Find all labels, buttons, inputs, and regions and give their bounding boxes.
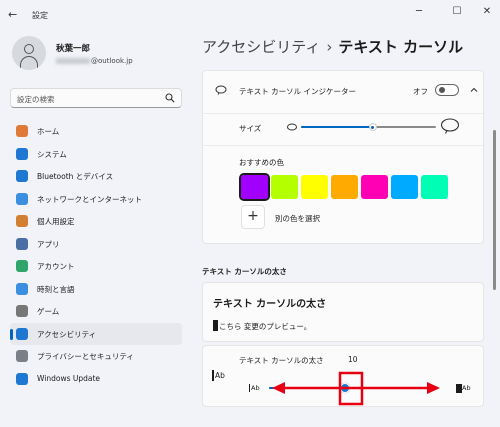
color-swatch[interactable]	[391, 175, 418, 199]
windows-update-icon	[16, 372, 28, 385]
cursor-thin-icon	[212, 370, 214, 381]
toggle-state-label: オフ	[413, 87, 428, 96]
sidebar-item-personalization[interactable]: 個人用設定	[10, 210, 182, 232]
thickness-preview-card: テキスト カーソルの太さ こちら 変更のプレビュー。	[202, 282, 484, 342]
thickness-slider-card: Ab テキスト カーソルの太さ 10 Ab Ab	[202, 345, 484, 407]
color-swatch[interactable]	[331, 175, 358, 199]
sidebar-item-home[interactable]: ホーム	[10, 120, 182, 142]
sample-right: Ab	[462, 384, 471, 392]
network-icon	[16, 192, 28, 205]
size-slider[interactable]	[301, 120, 436, 134]
thin-cursor-sample	[249, 384, 250, 392]
bluetooth-icon	[16, 170, 28, 182]
slider-fill	[301, 126, 373, 128]
minimize-button[interactable]: ─	[412, 5, 426, 19]
indicator-label: テキスト カーソル インジケーター	[239, 87, 357, 96]
breadcrumb-accessibility[interactable]: アクセシビリティ	[202, 38, 320, 56]
time-language-icon	[16, 282, 28, 295]
color-swatch[interactable]	[301, 175, 328, 199]
color-swatch[interactable]	[239, 173, 270, 201]
apps-icon	[16, 237, 28, 250]
sample-label: Ab	[215, 371, 225, 380]
small-size-icon	[287, 123, 297, 131]
system-icon	[16, 147, 28, 160]
slider-thumb[interactable]	[368, 123, 377, 131]
large-size-icon	[440, 118, 460, 134]
selection-indicator	[10, 328, 13, 340]
thickness-slider[interactable]	[269, 382, 431, 394]
search-input[interactable]: 設定の検索	[10, 88, 182, 108]
app-title: 設定	[32, 11, 48, 20]
thickness-value: 10	[348, 355, 358, 364]
maximize-button[interactable]: ☐	[450, 5, 464, 19]
title-bar: ← 設定 ─ ☐ ✕	[0, 0, 500, 30]
plus-icon: +	[247, 208, 259, 224]
breadcrumb-current: テキスト カーソル	[338, 38, 464, 56]
slider-fill	[269, 387, 346, 389]
sidebar-item-label: アクセシビリティ	[37, 329, 97, 339]
sidebar-item-label: ホーム	[37, 127, 60, 136]
scrollbar[interactable]	[493, 130, 496, 290]
sidebar-item-label: プライバシーとセキュリティ	[37, 352, 134, 361]
email-domain: @outlook.jp	[91, 57, 133, 65]
sidebar-item-label: アプリ	[37, 239, 60, 249]
sidebar-item-apps[interactable]: アプリ	[10, 233, 182, 255]
sidebar-item-system[interactable]: システム	[10, 143, 182, 165]
sidebar-item-gaming[interactable]: ゲーム	[10, 300, 182, 322]
redacted-email-user	[56, 58, 90, 64]
avatar[interactable]	[12, 36, 46, 70]
cursor-preview	[213, 320, 218, 331]
user-email: @outlook.jp	[56, 57, 133, 65]
sidebar-item-label: 時刻と言語	[37, 284, 75, 294]
slider-thumb[interactable]	[340, 383, 351, 393]
search-icon	[165, 93, 175, 103]
thickness-card-title: テキスト カーソルの太さ	[213, 299, 327, 310]
recommended-colors-label: おすすめの色	[239, 158, 284, 167]
breadcrumb-separator: ›	[326, 38, 333, 56]
sidebar-item-account[interactable]: アカウント	[10, 255, 182, 277]
thickness-section-heading: テキスト カーソルの太さ	[202, 267, 287, 276]
divider	[203, 145, 483, 146]
page-title: アクセシビリティ › テキスト カーソル	[202, 36, 463, 57]
sidebar-item-label: Windows Update	[37, 373, 101, 383]
color-swatch[interactable]	[271, 175, 298, 199]
sidebar-item-network[interactable]: ネットワークとインターネット	[10, 188, 182, 210]
sidebar-item-windows-update[interactable]: Windows Update	[10, 368, 182, 390]
sidebar-item-privacy[interactable]: プライバシーとセキュリティ	[10, 345, 182, 367]
size-label: サイズ	[239, 124, 262, 133]
sidebar-item-label: アカウント	[37, 262, 75, 271]
thickness-slider-label: テキスト カーソルの太さ	[239, 356, 324, 365]
sidebar-item-label: ゲーム	[37, 307, 60, 316]
sidebar-item-label: ネットワークとインターネット	[37, 194, 142, 204]
sidebar-item-accessibility[interactable]: アクセシビリティ	[10, 322, 182, 345]
back-button[interactable]: ←	[8, 8, 22, 22]
home-icon	[16, 125, 28, 137]
close-button[interactable]: ✕	[480, 5, 494, 19]
color-swatch[interactable]	[421, 175, 448, 199]
sidebar-item-label: システム	[37, 149, 67, 159]
indicator-card: テキスト カーソル インジケーター オフ サイズ おすすめの色 + 別の色を選択	[202, 70, 484, 244]
preview-text: こちら 変更のプレビュー。	[219, 322, 312, 331]
personalization-icon	[16, 215, 28, 227]
add-color-button[interactable]: +	[241, 205, 265, 229]
accessibility-icon	[16, 327, 28, 340]
cursor-indicator-icon	[215, 85, 227, 95]
gaming-icon	[16, 305, 28, 317]
color-swatch[interactable]	[361, 175, 388, 199]
sample-left: Ab	[251, 384, 260, 392]
privacy-icon	[16, 350, 28, 362]
sidebar-item-bluetooth[interactable]: Bluetooth とデバイス	[10, 165, 182, 187]
indicator-toggle[interactable]	[435, 84, 459, 96]
user-name: 秋葉一郎	[56, 44, 91, 54]
sidebar-item-time-language[interactable]: 時刻と言語	[10, 278, 182, 300]
other-color-label[interactable]: 別の色を選択	[275, 213, 320, 224]
divider	[203, 113, 483, 114]
sidebar-item-label: Bluetooth とデバイス	[37, 172, 114, 181]
account-icon	[16, 260, 28, 272]
toggle-knob	[439, 87, 445, 93]
search-placeholder: 設定の検索	[17, 95, 55, 104]
sidebar-item-label: 個人用設定	[37, 217, 75, 226]
chevron-up-icon[interactable]	[469, 85, 479, 95]
